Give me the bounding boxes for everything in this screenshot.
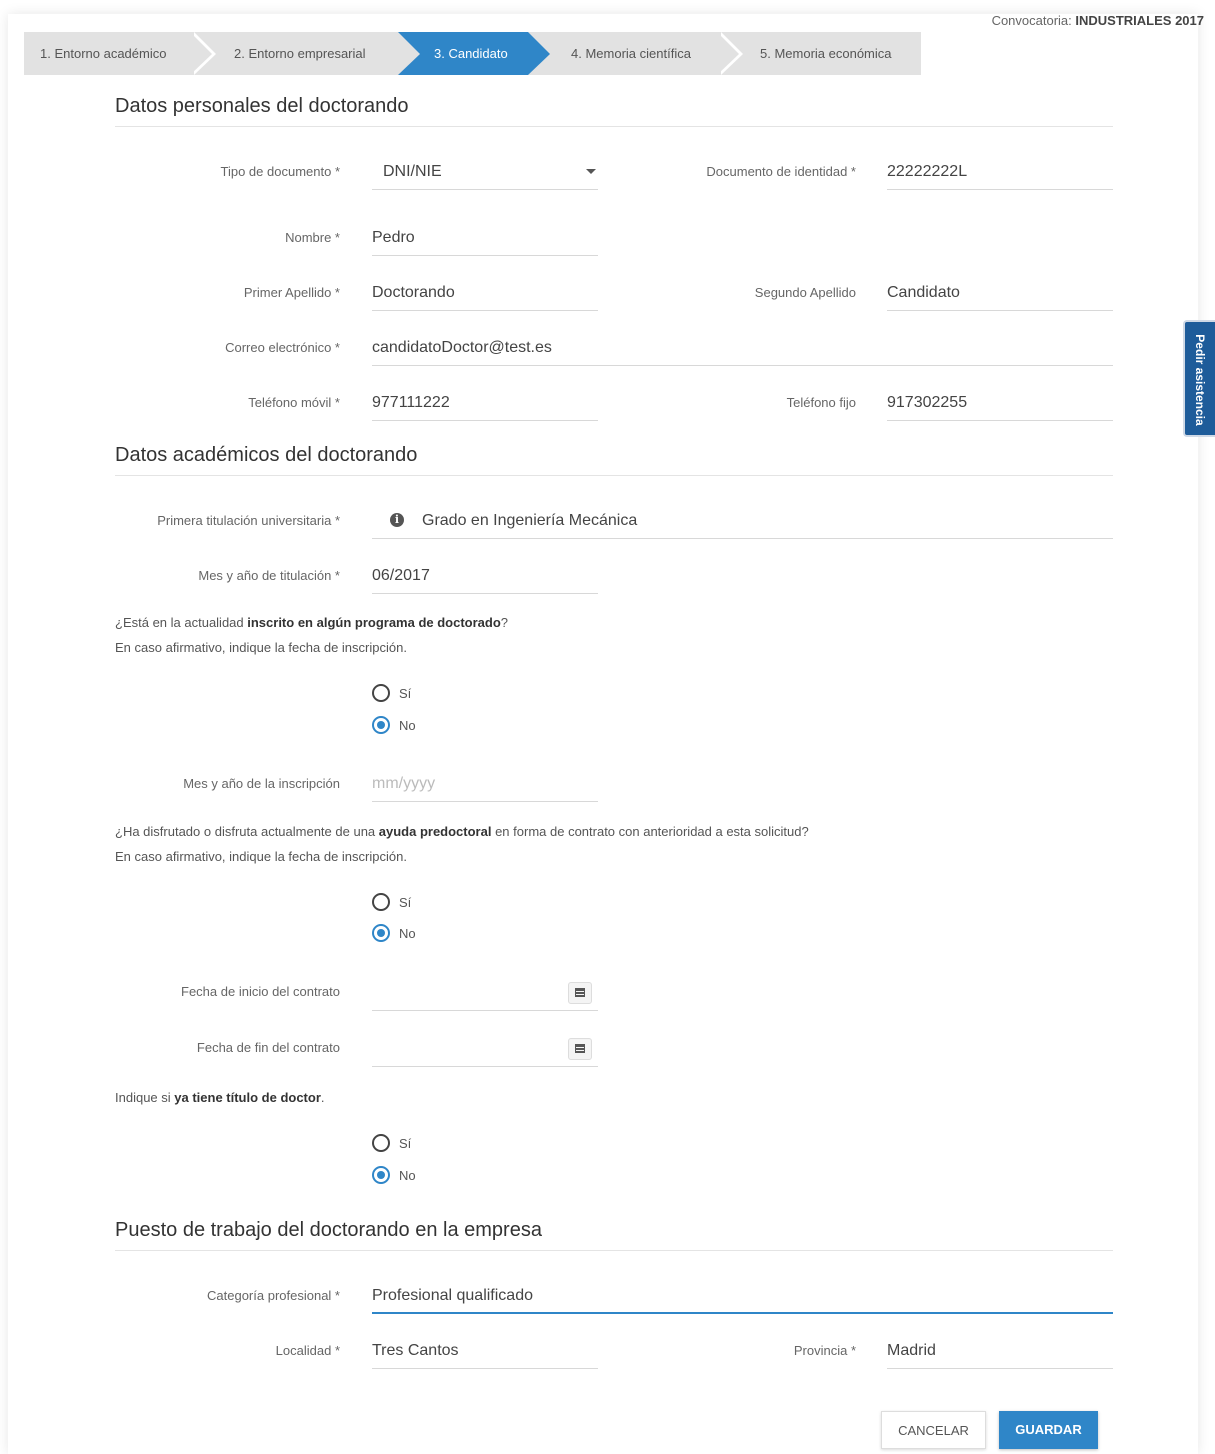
step-candidato[interactable]: 3. Candidato <box>434 32 508 75</box>
primer-apellido-label: Primer Apellido * <box>243 285 340 300</box>
question-text: ¿Ha disfrutado o disfruta actualmente de… <box>115 824 379 839</box>
question-titulo-doctor: Indique si ya tiene título de doctor. <box>115 1090 325 1105</box>
radio-ayuda-no[interactable] <box>372 924 390 942</box>
help-request-tab[interactable]: Pedir asistencia <box>1183 320 1215 437</box>
primer-apellido-input[interactable]: Doctorando <box>372 274 598 311</box>
divider <box>115 1250 1113 1251</box>
telefono-fijo-label: Teléfono fijo <box>786 395 856 410</box>
radio-doctor-si-label: Sí <box>399 1136 412 1151</box>
fin-contrato-label: Fecha de fin del contrato <box>196 1040 340 1055</box>
radio-doctor-no-label: No <box>399 1168 416 1183</box>
step-memoria-cientifica[interactable]: 4. Memoria científica <box>571 32 691 75</box>
step-memoria-economica[interactable]: 5. Memoria económica <box>760 32 892 75</box>
radio-doctorado-no-label: No <box>399 718 416 733</box>
section-title-personal: Datos personales del doctorando <box>115 95 409 117</box>
question-text: . <box>320 1090 325 1105</box>
nombre-input[interactable]: Pedro <box>372 219 598 256</box>
categoria-input[interactable]: Profesional qualificado <box>372 1277 1113 1314</box>
cancel-button[interactable]: CANCELAR <box>881 1411 986 1449</box>
help-request-label: Pedir asistencia <box>1193 334 1207 426</box>
nombre-label: Nombre * <box>285 230 340 245</box>
question-bold: ya tiene título de doctor <box>174 1090 321 1105</box>
telefono-fijo-input[interactable]: 917302255 <box>887 384 1113 421</box>
localidad-input[interactable]: Tres Cantos <box>372 1332 598 1369</box>
question-text: ? <box>500 615 509 630</box>
divider <box>115 126 1113 127</box>
step-separator <box>717 32 739 75</box>
fin-contrato-input[interactable] <box>372 1030 598 1067</box>
calendar-icon[interactable] <box>568 1038 592 1060</box>
correo-label: Correo electrónico * <box>225 340 340 355</box>
inicio-contrato-label: Fecha de inicio del contrato <box>181 984 340 999</box>
convocatoria-label: Convocatoria: <box>991 13 1072 28</box>
tipo-documento-label: Tipo de documento * <box>220 164 340 179</box>
calendar-icon[interactable] <box>568 982 592 1004</box>
question-doctorado-hint: En caso afirmativo, indique la fecha de … <box>115 640 407 655</box>
radio-doctorado-si-label: Sí <box>399 686 412 701</box>
inscripcion-input[interactable]: mm/yyyy <box>372 765 598 802</box>
inscripcion-label: Mes y año de la inscripción <box>183 776 340 791</box>
wizard-steps: 1. Entorno académico 2. Entorno empresar… <box>24 32 921 75</box>
section-title-academic: Datos académicos del doctorando <box>115 444 418 466</box>
question-ayuda: ¿Ha disfrutado o disfruta actualmente de… <box>115 824 809 839</box>
question-bold: ayuda predoctoral <box>378 824 492 839</box>
radio-doctorado-no[interactable] <box>372 716 390 734</box>
documento-identidad-input[interactable]: 22222222L <box>887 153 1113 190</box>
info-icon[interactable]: i <box>390 513 404 527</box>
question-doctorado: ¿Está en la actualidad inscrito en algún… <box>115 615 508 630</box>
question-bold: inscrito en algún programa de doctorado <box>247 615 501 630</box>
tipo-documento-value: DNI/NIE <box>383 163 442 180</box>
chevron-down-icon <box>586 169 596 174</box>
segundo-apellido-label: Segundo Apellido <box>754 285 856 300</box>
categoria-label: Categoría profesional * <box>207 1288 340 1303</box>
segundo-apellido-input[interactable]: Candidato <box>887 274 1113 311</box>
inicio-contrato-input[interactable] <box>372 974 598 1011</box>
question-text: ¿Está en la actualidad <box>115 615 248 630</box>
titulacion-label: Primera titulación universitaria * <box>157 513 340 528</box>
step-separator <box>398 32 420 75</box>
localidad-label: Localidad * <box>275 1343 340 1358</box>
convocatoria-value: INDUSTRIALES 2017 <box>1075 13 1204 28</box>
step-entorno-empresarial[interactable]: 2. Entorno empresarial <box>234 32 366 75</box>
telefono-movil-input[interactable]: 977111222 <box>372 384 598 421</box>
step-entorno-academico[interactable]: 1. Entorno académico <box>40 32 166 75</box>
radio-ayuda-si-label: Sí <box>399 895 412 910</box>
radio-doctor-si[interactable] <box>372 1134 390 1152</box>
step-arrow-active <box>528 32 550 75</box>
section-title-job: Puesto de trabajo del doctorando en la e… <box>115 1219 542 1241</box>
mes-titulacion-label: Mes y año de titulación * <box>198 568 340 583</box>
question-text: Indique si <box>115 1090 175 1105</box>
radio-ayuda-no-label: No <box>399 926 416 941</box>
radio-doctor-no[interactable] <box>372 1166 390 1184</box>
correo-input[interactable]: candidatoDoctor@test.es <box>372 329 1113 366</box>
question-ayuda-hint: En caso afirmativo, indique la fecha de … <box>115 849 407 864</box>
convocatoria-info: Convocatoria: INDUSTRIALES 2017 <box>992 13 1204 28</box>
telefono-movil-label: Teléfono móvil * <box>248 395 340 410</box>
titulacion-value: Grado en Ingeniería Mecánica <box>422 512 638 529</box>
mes-titulacion-input[interactable]: 06/2017 <box>372 557 598 594</box>
divider <box>115 475 1113 476</box>
radio-doctorado-si[interactable] <box>372 684 390 702</box>
titulacion-input[interactable]: i Grado en Ingeniería Mecánica <box>372 502 1113 539</box>
radio-ayuda-si[interactable] <box>372 893 390 911</box>
provincia-input[interactable]: Madrid <box>887 1332 1113 1369</box>
question-text: en forma de contrato con anterioridad a … <box>491 824 809 839</box>
provincia-label: Provincia * <box>793 1343 856 1358</box>
tipo-documento-select[interactable]: DNI/NIE <box>372 153 598 190</box>
step-separator <box>190 32 212 75</box>
documento-identidad-label: Documento de identidad * <box>706 164 856 179</box>
save-button[interactable]: GUARDAR <box>999 1411 1098 1449</box>
